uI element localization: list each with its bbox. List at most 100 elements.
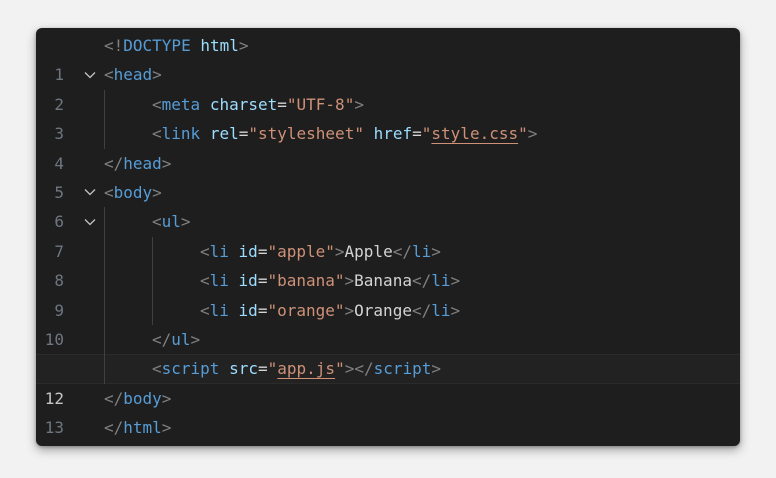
text-content: Orange <box>354 300 412 320</box>
tag-name: script <box>373 359 432 379</box>
bracket: < <box>104 182 114 202</box>
attribute-value: "UTF-8" <box>286 94 355 114</box>
code-area[interactable]: 1 <!DOCTYPE html> 2 <head> 3 <meta chars… <box>36 31 740 442</box>
bracket: > <box>431 241 441 261</box>
attribute-name: href <box>373 124 413 144</box>
line-content: <script src="app.js"></script> <box>152 354 441 383</box>
file-link[interactable]: app.js <box>277 359 335 378</box>
equals-sign: = <box>257 359 268 379</box>
equals-sign: = <box>257 271 268 291</box>
bracket: </ <box>152 329 172 349</box>
equals-sign: = <box>277 94 287 114</box>
code-line[interactable]: 4 <link rel="stylesheet" href="style.css… <box>36 119 740 173</box>
bracket: > <box>450 300 461 320</box>
line-content: </body> <box>104 384 171 413</box>
line-content: <!DOCTYPE html> <box>104 31 249 60</box>
tag-name: link <box>161 124 201 144</box>
indent-guide <box>104 354 105 384</box>
line-number: 14 <box>36 442 64 446</box>
bracket: > <box>152 182 162 202</box>
indent-guide <box>152 295 153 325</box>
indent-guide <box>152 236 153 267</box>
bracket: </ <box>411 300 432 320</box>
attribute-value: "banana" <box>267 271 345 291</box>
line-content: <link rel="stylesheet" href="style.css"> <box>152 119 537 148</box>
tag-name: meta <box>161 94 201 114</box>
tag-name: html <box>123 418 162 438</box>
bracket: </ <box>354 359 374 379</box>
tag-name: DOCTYPE <box>123 36 191 55</box>
line-content: <meta charset="UTF-8"> <box>152 90 364 119</box>
bracket: > <box>161 153 172 173</box>
bracket: < <box>104 65 114 85</box>
code-line-current[interactable]: 12 <script src="app.js"></script> <box>36 354 740 408</box>
chevron-down-icon[interactable] <box>82 60 98 89</box>
tag-name: li <box>209 271 229 291</box>
tag-name: body <box>123 388 162 408</box>
code-editor[interactable]: 1 <!DOCTYPE html> 2 <head> 3 <meta chars… <box>36 28 740 446</box>
bracket: </ <box>392 241 412 261</box>
attribute-value: " <box>421 124 432 144</box>
tag-name: head <box>113 65 153 85</box>
bracket: > <box>344 359 355 379</box>
bracket: > <box>190 329 201 349</box>
chevron-down-icon[interactable] <box>82 178 98 207</box>
bracket: > <box>180 212 191 232</box>
attribute-value: " <box>267 359 278 379</box>
bracket: > <box>344 300 355 320</box>
equals-sign: = <box>257 300 268 320</box>
line-content: <head> <box>104 60 162 89</box>
indent-guide <box>104 236 105 267</box>
code-line[interactable]: 3 <meta charset="UTF-8"> <box>36 89 740 143</box>
attribute-name: html <box>200 36 239 55</box>
attribute-name: id <box>238 241 258 261</box>
code-line[interactable]: 2 <head> <box>36 60 740 113</box>
bracket: > <box>527 124 538 144</box>
attribute-value: "apple" <box>267 241 335 261</box>
attribute-value: "stylesheet" <box>248 124 364 144</box>
indent-guide <box>104 89 105 120</box>
code-line[interactable]: 14 </html> <box>36 413 740 442</box>
tag-name: body <box>113 182 153 202</box>
attribute-name: id <box>238 271 258 291</box>
chevron-down-icon[interactable] <box>82 207 98 236</box>
bracket: > <box>354 94 364 114</box>
attribute-name: src <box>229 359 258 379</box>
bracket: < <box>152 94 162 114</box>
code-line[interactable]: 13 </body> <box>36 384 740 437</box>
line-content: </html> <box>104 413 171 442</box>
indent-guide <box>104 266 105 296</box>
tag-name: head <box>123 153 162 173</box>
code-line[interactable]: 7 <ul> <box>36 207 740 261</box>
bracket: < <box>200 241 210 261</box>
line-content: <li id="orange">Orange</li> <box>200 296 460 325</box>
bracket: > <box>161 418 172 438</box>
attribute-name: id <box>238 300 258 320</box>
file-link[interactable]: style.css <box>431 124 518 143</box>
indent-guide <box>104 207 105 237</box>
indent-guide <box>104 324 105 355</box>
line-content: </head> <box>104 149 171 178</box>
text-content: Banana <box>354 271 412 291</box>
tag-name: li <box>209 241 229 261</box>
line-content: </ul> <box>152 325 200 354</box>
bracket: > <box>152 65 162 85</box>
tag-name: li <box>431 271 451 291</box>
code-line[interactable]: 1 <!DOCTYPE html> <box>36 31 740 84</box>
bracket: </ <box>104 388 124 408</box>
code-line[interactable]: 6 <body> <box>36 178 740 231</box>
code-line[interactable]: 11 </ul> <box>36 324 740 378</box>
bracket: </ <box>104 418 124 438</box>
bracket: > <box>334 241 345 261</box>
code-line[interactable]: 8 <li id="apple">Apple</li> <box>36 236 740 290</box>
code-line[interactable]: 5 </head> <box>36 149 740 202</box>
code-line[interactable]: 10 <li id="orange">Orange</li> <box>36 295 740 349</box>
bracket: </ <box>411 271 432 291</box>
equals-sign: = <box>238 124 249 144</box>
line-content: <li id="apple">Apple</li> <box>200 237 441 266</box>
bracket: > <box>238 36 249 55</box>
code-line[interactable]: 9 <li id="banana">Banana</li> <box>36 266 740 320</box>
indent-guide <box>104 119 105 149</box>
attribute-value: " <box>518 124 528 144</box>
tag-name: script <box>161 359 220 379</box>
